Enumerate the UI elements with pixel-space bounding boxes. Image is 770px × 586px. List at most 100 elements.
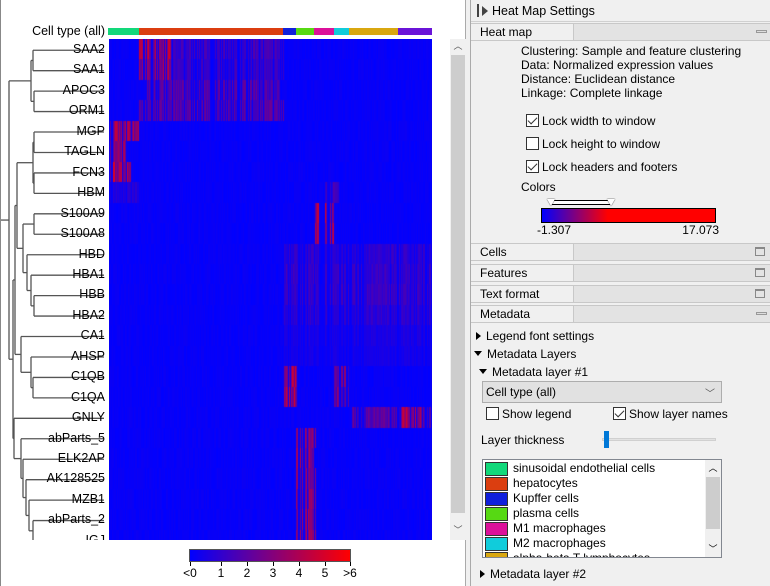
gene-label[interactable]: HBB xyxy=(5,287,105,301)
gene-label[interactable]: AHSP xyxy=(5,349,105,363)
color-swatch[interactable] xyxy=(485,507,508,521)
section-cells[interactable]: Cells xyxy=(471,243,770,261)
color-range-track[interactable] xyxy=(551,200,611,205)
gene-label[interactable]: S100A8 xyxy=(5,226,105,240)
gene-label[interactable]: SAA1 xyxy=(5,62,105,76)
metadata-layers-toggle[interactable]: Metadata Layers xyxy=(474,347,576,361)
metadata-layer-select[interactable]: Cell type (all) ﹀ xyxy=(482,381,722,403)
select-value: Cell type (all) xyxy=(486,385,557,399)
heatmap-info: Clustering: Sample and feature clusterin… xyxy=(521,44,741,100)
layer-thickness-label: Layer thickness xyxy=(481,433,565,447)
gene-label[interactable]: APOC3 xyxy=(5,83,105,97)
gene-label[interactable]: FCN3 xyxy=(5,165,105,179)
show-layer-names-checkbox[interactable] xyxy=(613,407,626,420)
legend-items-list[interactable]: sinusoidal endothelial cells hepatocytes K… xyxy=(482,459,722,558)
gene-label[interactable]: HBM xyxy=(5,185,105,199)
color-legend-ticks: <0 1 2 3 4 5 >6 xyxy=(1,562,467,584)
legend-item[interactable]: M2 macrophages xyxy=(485,536,705,551)
legend-font-settings-toggle[interactable]: Legend font settings xyxy=(476,329,594,343)
color-swatch[interactable] xyxy=(485,477,508,491)
cell-type-color-bar xyxy=(108,28,432,35)
color-gradient-bar[interactable] xyxy=(541,208,716,223)
show-legend-checkbox[interactable] xyxy=(486,407,499,420)
metadata-layer-1-toggle[interactable]: Metadata layer #1 xyxy=(479,365,588,379)
vertical-scrollbar[interactable]: ︿ ﹀ xyxy=(450,39,466,540)
gene-label[interactable]: C1QA xyxy=(5,390,105,404)
scroll-down-icon[interactable]: ﹀ xyxy=(450,523,466,537)
scroll-up-icon[interactable]: ︿ xyxy=(705,461,721,474)
info-data: Data: Normalized expression values xyxy=(521,58,714,72)
gene-label[interactable]: S100A9 xyxy=(5,206,105,220)
legend-item[interactable]: M1 macrophages xyxy=(485,521,705,536)
gene-label[interactable]: CA1 xyxy=(5,328,105,342)
gene-label[interactable]: HBA2 xyxy=(5,308,105,322)
section-text-format[interactable]: Text format xyxy=(471,285,770,303)
legend-item[interactable]: Kupffer cells xyxy=(485,491,705,506)
gene-label[interactable]: MGP xyxy=(5,124,105,138)
gene-label[interactable]: SAA2 xyxy=(5,42,105,56)
legend-item[interactable]: plasma cells xyxy=(485,506,705,521)
gene-label[interactable]: MZB1 xyxy=(5,492,105,506)
cell-type-segment xyxy=(334,28,349,35)
gene-label[interactable]: ORM1 xyxy=(5,103,105,117)
gene-label[interactable]: C1QB xyxy=(5,369,105,383)
scroll-down-icon[interactable]: ﹀ xyxy=(705,542,721,555)
folder-icon[interactable] xyxy=(755,247,765,256)
gene-label[interactable]: HBD xyxy=(5,247,105,261)
section-features[interactable]: Features xyxy=(471,264,770,282)
expand-arrow-icon xyxy=(480,570,485,578)
gene-label[interactable]: IGJ xyxy=(5,533,105,540)
column-layer-name: Cell type (all) xyxy=(32,24,105,38)
legend-item[interactable]: alpha-beta T lymphocytes xyxy=(485,551,705,557)
tick-label: 1 xyxy=(217,566,225,580)
gene-label[interactable]: abParts_2 xyxy=(5,512,105,526)
gene-labels: SAA2 SAA1 APOC3 ORM1 MGP TAGLN FCN3 HBM S100A9 S1… xyxy=(4,39,105,540)
lock-headers-checkbox[interactable] xyxy=(526,160,539,173)
list-scrollbar[interactable]: ︿ ﹀ xyxy=(705,460,721,557)
expand-arrow-icon xyxy=(476,332,481,340)
color-min-handle[interactable] xyxy=(547,199,555,206)
scroll-up-icon[interactable]: ︿ xyxy=(450,39,466,53)
gene-label[interactable]: AK128525 xyxy=(5,471,105,485)
minimize-icon[interactable] xyxy=(756,312,767,315)
lock-height-checkbox[interactable] xyxy=(526,137,539,150)
section-heat-map[interactable]: Heat map xyxy=(471,23,770,41)
layer-thickness-slider[interactable] xyxy=(602,438,716,441)
legend-item-label: plasma cells xyxy=(513,506,580,520)
legend-item-label: sinusoidal endothelial cells xyxy=(513,461,656,475)
folder-icon[interactable] xyxy=(755,268,765,277)
gene-label[interactable]: TAGLN xyxy=(5,144,105,158)
panel-bar-icon xyxy=(477,4,479,17)
slider-thumb[interactable] xyxy=(604,431,610,448)
heatmap-view: Cell type (all) SAA2 SAA1 APOC3 ORM1 MGP TAGL… xyxy=(0,0,466,586)
color-swatch[interactable] xyxy=(485,522,508,536)
folder-icon[interactable] xyxy=(755,289,765,298)
legend-item[interactable]: sinusoidal endothelial cells xyxy=(485,461,705,476)
tick-label: 3 xyxy=(269,566,277,580)
minimize-icon[interactable] xyxy=(756,30,767,33)
lock-width-checkbox[interactable] xyxy=(526,114,539,127)
scrollbar-thumb[interactable] xyxy=(451,55,465,513)
color-swatch[interactable] xyxy=(485,537,508,551)
gene-label[interactable]: abParts_5 xyxy=(5,431,105,445)
colors-label: Colors xyxy=(521,180,556,194)
color-max-handle[interactable] xyxy=(607,199,615,206)
cell-type-segment xyxy=(108,28,139,35)
section-label: Text format xyxy=(471,286,574,302)
gene-label[interactable]: ELK2AP xyxy=(5,451,105,465)
collapse-arrow-icon[interactable] xyxy=(482,6,488,16)
legend-item[interactable]: hepatocytes xyxy=(485,476,705,491)
color-legend-bar xyxy=(189,549,351,562)
heatmap-canvas[interactable] xyxy=(109,39,432,540)
color-swatch[interactable] xyxy=(485,552,508,557)
color-swatch[interactable] xyxy=(485,492,508,506)
settings-header[interactable]: Heat Map Settings xyxy=(471,0,770,22)
section-label: Metadata xyxy=(471,306,574,322)
chevron-down-icon: ﹀ xyxy=(705,389,715,400)
scrollbar-thumb[interactable] xyxy=(706,477,720,529)
section-metadata[interactable]: Metadata xyxy=(471,305,770,323)
color-swatch[interactable] xyxy=(485,462,508,476)
metadata-layer-2-toggle[interactable]: Metadata layer #2 xyxy=(480,567,586,581)
gene-label[interactable]: HBA1 xyxy=(5,267,105,281)
gene-label[interactable]: GNLY xyxy=(5,410,105,424)
